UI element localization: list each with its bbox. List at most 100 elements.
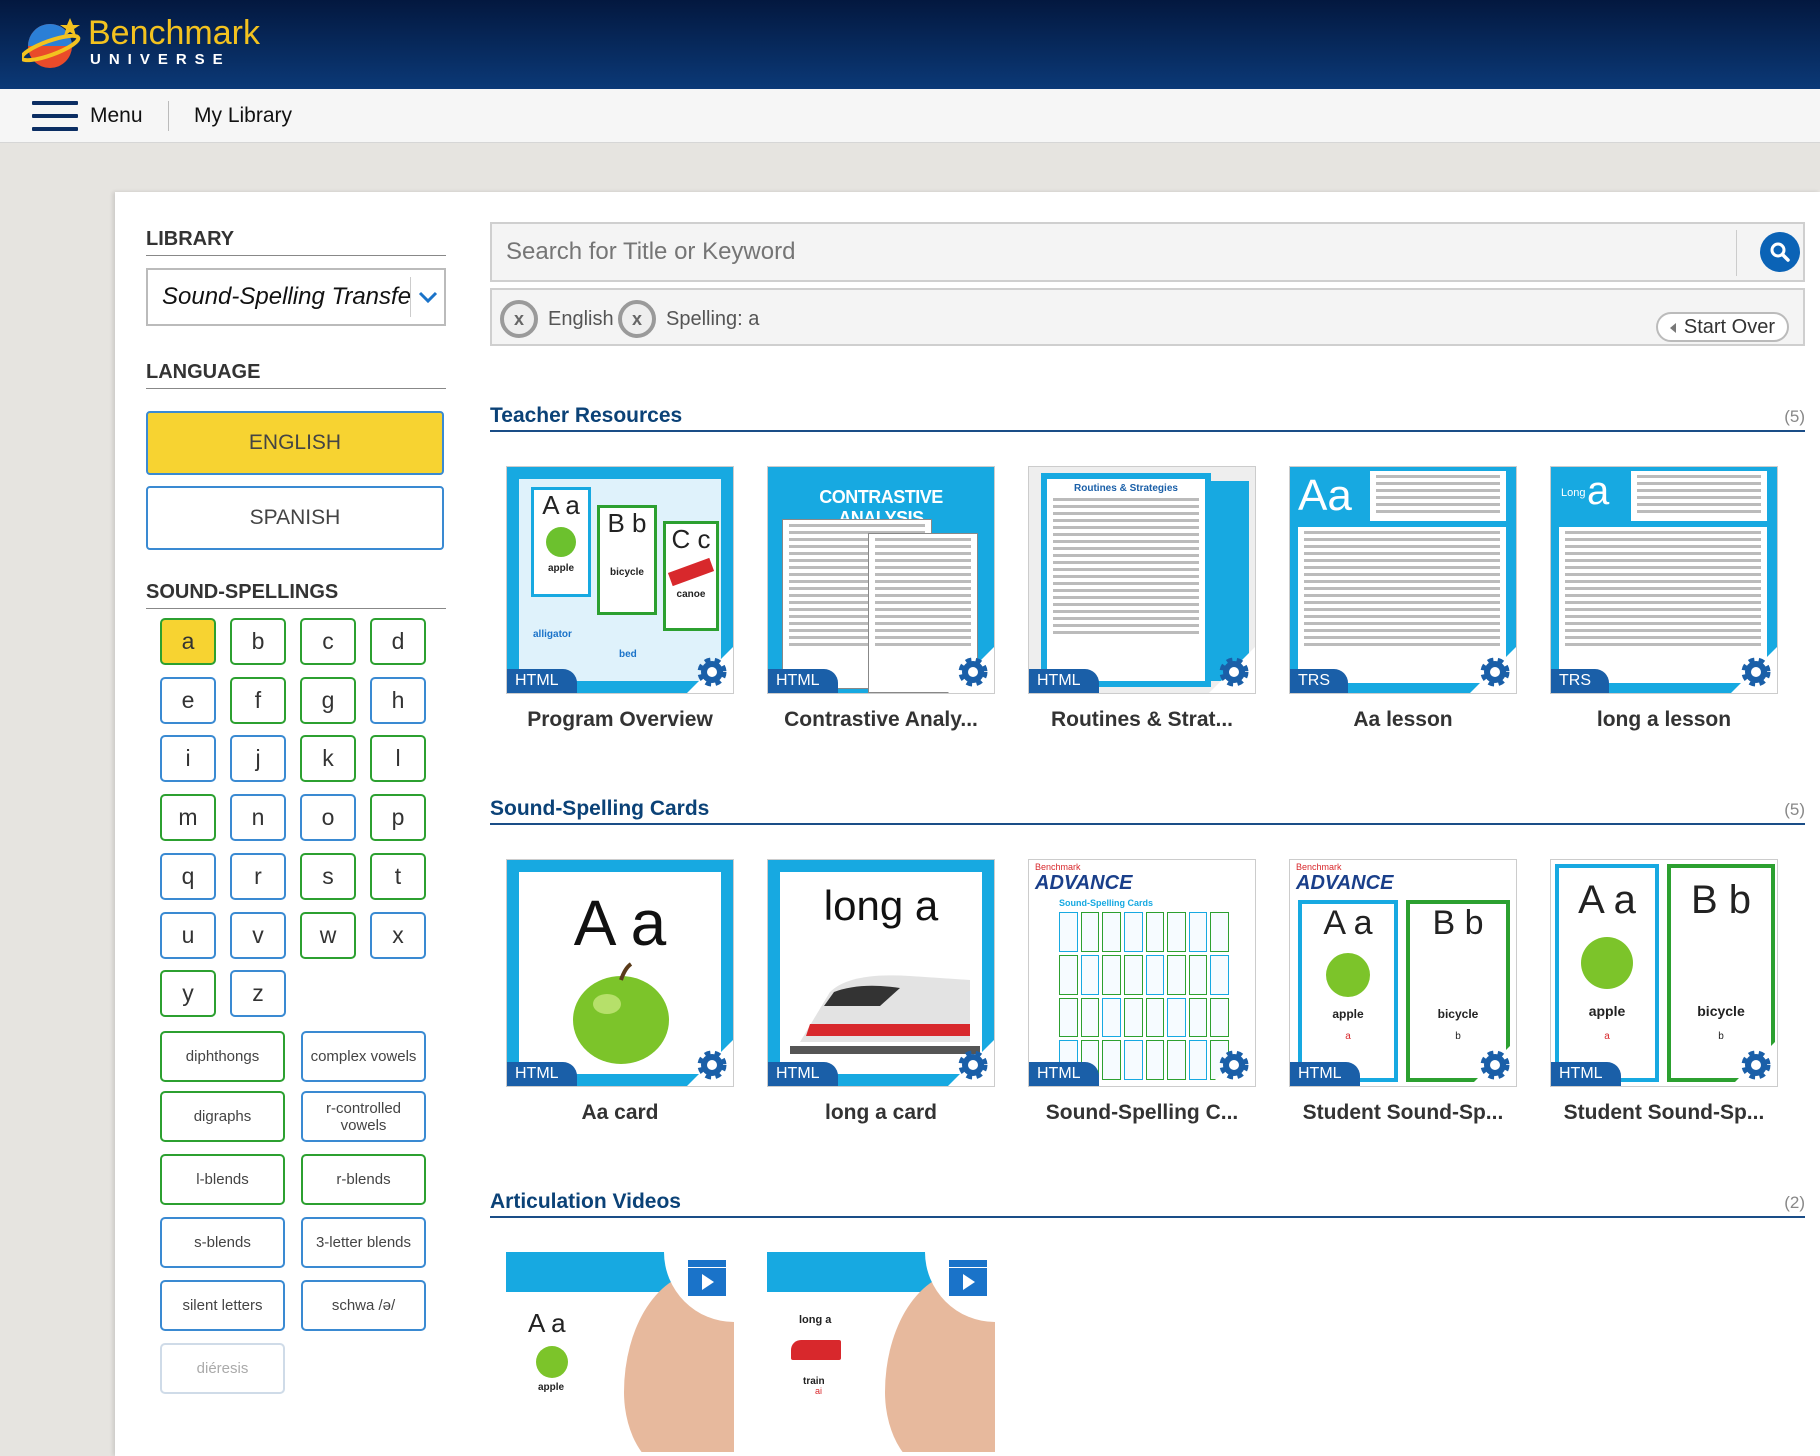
letter-button-i[interactable]: i <box>160 735 216 783</box>
gear-icon[interactable] <box>1217 1048 1251 1082</box>
mini-card <box>1102 954 1121 995</box>
letter-button-q[interactable]: q <box>160 852 216 900</box>
search-button[interactable] <box>1760 232 1800 272</box>
gear-icon[interactable] <box>1217 655 1251 689</box>
library-select[interactable]: Sound-Spelling Transfer <box>146 268 446 326</box>
letter-button-t[interactable]: t <box>370 852 426 900</box>
start-over-button[interactable]: Start Over <box>1655 312 1789 342</box>
card-sound-spelling-cards[interactable]: Benchmark ADVANCE Sound-Spelling Cards H… <box>1028 859 1256 1125</box>
card-title[interactable]: Student Sound-Sp... <box>1289 1101 1517 1125</box>
letter-button-r[interactable]: r <box>230 852 286 900</box>
menu-button[interactable]: Menu <box>32 99 143 133</box>
mini-card <box>1145 997 1165 1038</box>
letter-button-u[interactable]: u <box>160 911 216 959</box>
group-s-blends[interactable]: s-blends <box>160 1217 285 1268</box>
letter-button-d[interactable]: d <box>370 618 426 665</box>
gear-icon[interactable] <box>956 1048 990 1082</box>
filter-chip-spelling[interactable]: x Spelling: a <box>618 300 759 338</box>
video-card-aa[interactable]: A a apple <box>506 1252 734 1452</box>
card-title[interactable]: long a lesson <box>1550 708 1778 732</box>
gear-icon[interactable] <box>695 655 729 689</box>
letter-button-y[interactable]: y <box>160 970 216 1018</box>
video-icon[interactable] <box>947 1258 989 1298</box>
letter-button-h[interactable]: h <box>370 676 426 724</box>
mini-card <box>1123 912 1143 952</box>
letter-button-x[interactable]: x <box>370 911 426 959</box>
letter-button-o[interactable]: o <box>300 794 356 842</box>
filter-chip-english[interactable]: x English <box>500 300 614 338</box>
video-card-long-a[interactable]: long a train ai <box>767 1252 995 1452</box>
letter-button-m[interactable]: m <box>160 794 216 842</box>
filter-chip-label: English <box>548 307 614 330</box>
card-aa-card[interactable]: A a HTML Aa card <box>506 859 734 1125</box>
letter-button-g[interactable]: g <box>300 676 356 724</box>
mini-card <box>1210 997 1229 1038</box>
resource-card-routines-strategies[interactable]: Routines & Strategies HTML Routines & St… <box>1028 466 1256 732</box>
remove-filter-icon[interactable]: x <box>500 300 538 338</box>
card-student-sound-spelling-1[interactable]: Benchmark ADVANCE A a apple a B b bicycl… <box>1289 859 1517 1125</box>
resource-card-contrastive-analysis[interactable]: CONTRASTIVE ANALYSIS HTML Contrastive An… <box>767 466 995 732</box>
letter-button-f[interactable]: f <box>230 676 286 724</box>
mini-card <box>1102 1040 1121 1080</box>
benchmark-universe-logo[interactable]: Benchmark UNIVERSE <box>19 14 262 76</box>
card-thumbnail: Benchmark ADVANCE Sound-Spelling Cards H… <box>1028 859 1256 1087</box>
group-complex-vowels[interactable]: complex vowels <box>301 1031 426 1082</box>
letter-button-n[interactable]: n <box>230 794 286 842</box>
navigation-bar: Menu My Library <box>0 89 1820 143</box>
mini-card <box>1145 954 1165 995</box>
card-long-a-card[interactable]: long a HTML long a card <box>767 859 995 1125</box>
letter-button-j[interactable]: j <box>230 735 286 783</box>
gear-icon[interactable] <box>956 655 990 689</box>
group-3-letter-blends[interactable]: 3-letter blends <box>301 1217 426 1268</box>
card-title[interactable]: Aa lesson <box>1289 708 1517 732</box>
resource-card-aa-lesson[interactable]: Aa TRS Aa lesson <box>1289 466 1517 732</box>
mini-card <box>1080 997 1100 1038</box>
group-l-blends[interactable]: l-blends <box>160 1154 285 1205</box>
group-diphthongs[interactable]: diphthongs <box>160 1031 285 1082</box>
card-title[interactable]: Program Overview <box>506 708 734 732</box>
video-icon[interactable] <box>686 1258 728 1298</box>
group-r-controlled-vowels[interactable]: r-controlled vowels <box>301 1091 426 1142</box>
resource-thumbnail: Aa TRS <box>1289 466 1517 694</box>
remove-filter-icon[interactable]: x <box>618 300 656 338</box>
group-r-blends[interactable]: r-blends <box>301 1154 426 1205</box>
mini-card <box>1080 954 1100 995</box>
resource-card-long-a-lesson[interactable]: Long a TRS long a lesson <box>1550 466 1778 732</box>
card-title[interactable]: Sound-Spelling C... <box>1028 1101 1256 1125</box>
language-spanish-button[interactable]: SPANISH <box>146 486 444 550</box>
letter-button-z[interactable]: z <box>230 970 286 1018</box>
letter-button-k[interactable]: k <box>300 735 356 783</box>
search-input[interactable] <box>506 234 1686 270</box>
mini-card <box>1188 1040 1208 1080</box>
group-dieresis[interactable]: diéresis <box>160 1343 285 1394</box>
letter-button-b[interactable]: b <box>230 618 286 665</box>
gear-icon[interactable] <box>1478 655 1512 689</box>
gear-icon[interactable] <box>1739 1048 1773 1082</box>
letter-button-v[interactable]: v <box>230 911 286 959</box>
gear-icon[interactable] <box>1478 1048 1512 1082</box>
letter-button-l[interactable]: l <box>370 735 426 783</box>
mini-card <box>1123 1040 1143 1080</box>
letter-button-w[interactable]: w <box>300 911 356 959</box>
group-silent-letters[interactable]: silent letters <box>160 1280 285 1331</box>
gear-icon[interactable] <box>695 1048 729 1082</box>
letter-button-e[interactable]: e <box>160 676 216 724</box>
letter-button-p[interactable]: p <box>370 794 426 842</box>
my-library-link[interactable]: My Library <box>194 104 292 128</box>
gear-icon[interactable] <box>1739 655 1773 689</box>
card-student-sound-spelling-2[interactable]: A a apple a B b bicycle b HTML Student S… <box>1550 859 1778 1125</box>
letter-button-a[interactable]: a <box>160 618 216 665</box>
card-title[interactable]: Student Sound-Sp... <box>1550 1101 1778 1125</box>
letter-button-s[interactable]: s <box>300 852 356 900</box>
group-schwa[interactable]: schwa /ə/ <box>301 1280 426 1331</box>
card-title[interactable]: Routines & Strat... <box>1028 708 1256 732</box>
card-title[interactable]: Contrastive Analy... <box>767 708 995 732</box>
mini-card <box>1188 954 1208 995</box>
section-articulation-videos: Articulation Videos (2) <box>490 1190 1805 1218</box>
resource-card-program-overview[interactable]: A a apple B b bicycle C c canoe alligator b… <box>506 466 734 732</box>
card-title[interactable]: long a card <box>767 1101 995 1125</box>
card-title[interactable]: Aa card <box>506 1101 734 1125</box>
group-digraphs[interactable]: digraphs <box>160 1091 285 1142</box>
language-english-button[interactable]: ENGLISH <box>146 411 444 475</box>
letter-button-c[interactable]: c <box>300 618 356 665</box>
